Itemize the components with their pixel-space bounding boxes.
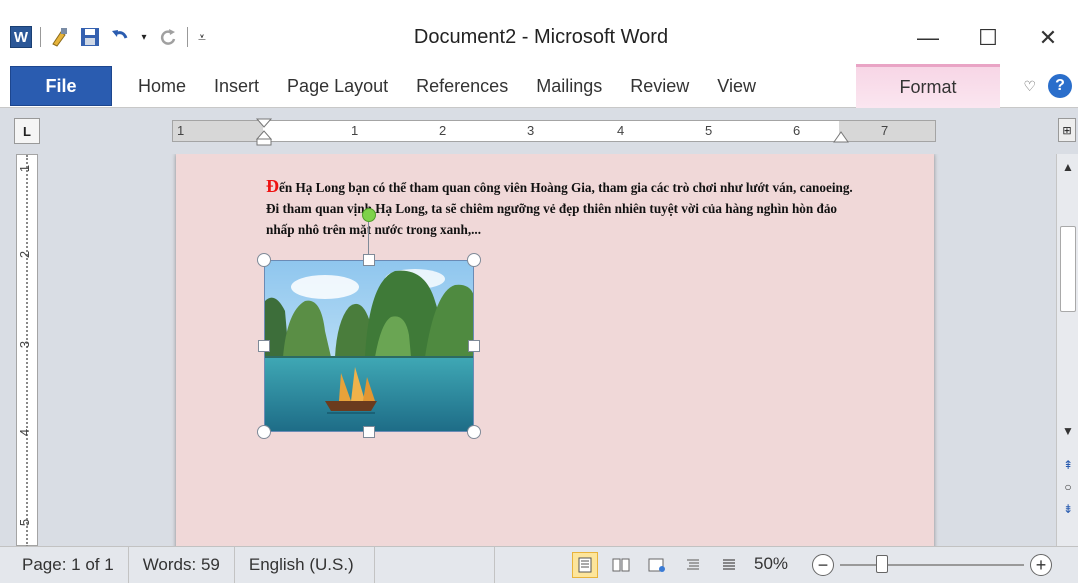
maximize-button[interactable]: ☐ <box>958 16 1018 60</box>
full-screen-reading-icon[interactable] <box>608 552 634 578</box>
ruler-number: 3 <box>527 123 535 138</box>
resize-handle-bottom-right[interactable] <box>467 425 481 439</box>
scroll-down-icon[interactable]: ▼ <box>1057 424 1078 438</box>
tab-review[interactable]: Review <box>616 64 703 108</box>
halong-bay-image <box>265 261 473 431</box>
scroll-thumb[interactable] <box>1060 226 1076 312</box>
tab-list: Home Insert Page Layout References Maili… <box>124 64 770 108</box>
title-bar: W ▾ ⩡ Document2 - Microsoft Word — ☐ ✕ <box>0 0 1078 64</box>
help-icon[interactable]: ? <box>1048 74 1072 98</box>
ruler-number: 1 <box>17 164 33 173</box>
tab-page-layout[interactable]: Page Layout <box>273 64 402 108</box>
zoom-level[interactable]: 50% <box>754 554 788 574</box>
view-ruler-toggle-icon[interactable]: ⊞ <box>1058 118 1076 142</box>
minimize-button[interactable]: — <box>898 16 958 60</box>
resize-handle-left[interactable] <box>258 340 270 352</box>
paragraph-text: ến Hạ Long bạn có thể tham quan công viê… <box>266 180 853 237</box>
ruler-left-margin <box>173 121 263 141</box>
zoom-slider-track[interactable] <box>840 564 1024 566</box>
ruler-number: 1 <box>177 123 185 138</box>
ruler-ticks <box>26 155 28 546</box>
ribbon-right-controls: ♡ ? <box>1023 74 1072 98</box>
minimize-ribbon-icon[interactable]: ♡ <box>1023 78 1036 95</box>
right-indent-marker-icon[interactable] <box>833 129 849 143</box>
print-layout-icon[interactable] <box>572 552 598 578</box>
ruler-number: 7 <box>881 123 889 138</box>
vertical-scrollbar[interactable]: ▲ ▼ ⇞ ○ ⇟ <box>1056 154 1078 546</box>
horizontal-ruler[interactable]: 1 1 2 3 4 5 6 7 <box>172 118 936 146</box>
resize-handle-top-right[interactable] <box>467 253 481 267</box>
ruler-number: 4 <box>617 123 625 138</box>
indent-marker-icon[interactable] <box>255 117 273 147</box>
resize-handle-top-left[interactable] <box>257 253 271 267</box>
ruler-number: 5 <box>705 123 713 138</box>
ruler-number: 3 <box>17 340 33 349</box>
outline-view-icon[interactable] <box>680 552 706 578</box>
vertical-ruler[interactable]: 1 2 3 4 5 <box>16 154 38 546</box>
ruler-row: L 1 1 2 3 4 5 6 7 ⊞ <box>0 108 1078 154</box>
ruler-number: 4 <box>17 428 33 437</box>
resize-handle-bottom-left[interactable] <box>257 425 271 439</box>
tab-format[interactable]: Format <box>856 64 1000 108</box>
view-buttons <box>572 552 742 578</box>
ruler-number: 5 <box>17 518 33 527</box>
resize-handle-right[interactable] <box>468 340 480 352</box>
scroll-up-icon[interactable]: ▲ <box>1057 160 1078 174</box>
zoom-out-button[interactable]: − <box>812 554 834 576</box>
word-count[interactable]: Words: 59 <box>129 546 235 583</box>
tab-view[interactable]: View <box>703 64 770 108</box>
halong-bay-picture[interactable] <box>264 260 474 432</box>
zoom-in-button[interactable]: + <box>1030 554 1052 576</box>
draft-view-icon[interactable] <box>716 552 742 578</box>
status-spacer <box>375 546 495 583</box>
resize-handle-bottom[interactable] <box>363 426 375 438</box>
zoom-slider-thumb[interactable] <box>876 555 888 573</box>
previous-page-icon[interactable]: ⇞ <box>1057 458 1078 472</box>
tab-file[interactable]: File <box>10 66 112 106</box>
dropcap-letter: Đ <box>266 176 279 196</box>
window-controls: — ☐ ✕ <box>898 16 1078 60</box>
document-workspace: 1 2 3 4 5 Đến Hạ Long bạn có thể tham qu… <box>0 154 1078 546</box>
tab-home[interactable]: Home <box>124 64 200 108</box>
tab-references[interactable]: References <box>402 64 522 108</box>
tab-insert[interactable]: Insert <box>200 64 273 108</box>
tab-mailings[interactable]: Mailings <box>522 64 616 108</box>
close-button[interactable]: ✕ <box>1018 16 1078 60</box>
page-count[interactable]: Page: 1 of 1 <box>0 546 129 583</box>
resize-handle-top[interactable] <box>363 254 375 266</box>
status-bar: Page: 1 of 1 Words: 59 English (U.S.) 50… <box>0 546 1078 583</box>
language-indicator[interactable]: English (U.S.) <box>235 546 375 583</box>
ruler-number: 1 <box>351 123 359 138</box>
next-page-icon[interactable]: ⇟ <box>1057 502 1078 516</box>
body-paragraph[interactable]: Đến Hạ Long bạn có thể tham quan công vi… <box>266 176 856 240</box>
ruler-number: 2 <box>17 250 33 259</box>
ruler-number: 6 <box>793 123 801 138</box>
ribbon-tabs: File Home Insert Page Layout References … <box>0 64 1078 108</box>
tab-selector-button[interactable]: L <box>14 118 40 144</box>
web-layout-icon[interactable] <box>644 552 670 578</box>
rotate-handle[interactable] <box>362 208 376 222</box>
ruler-number: 2 <box>439 123 447 138</box>
document-page[interactable]: Đến Hạ Long bạn có thể tham quan công vi… <box>176 154 934 546</box>
select-browse-object-icon[interactable]: ○ <box>1057 480 1078 494</box>
